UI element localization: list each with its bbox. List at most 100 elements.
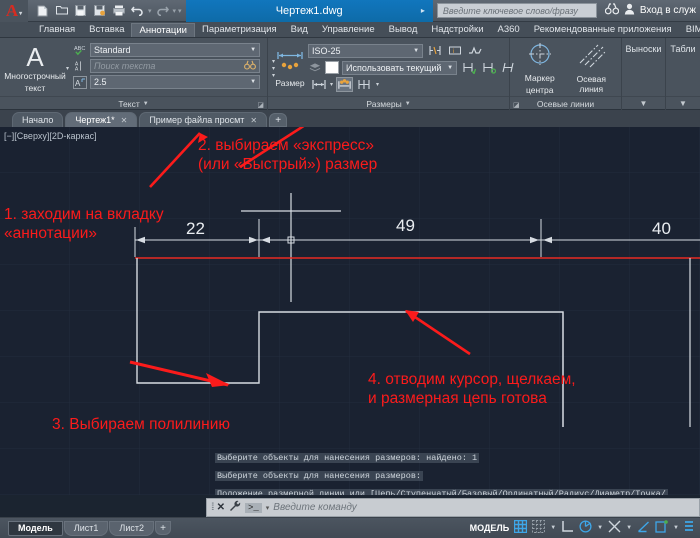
centerline-button[interactable]: Осевая линия xyxy=(566,41,618,96)
undo-dropdown-icon[interactable]: ▾ xyxy=(148,7,152,15)
jogged-line-icon[interactable] xyxy=(466,43,483,58)
ribbon-tab-bim[interactable]: BIM 3 xyxy=(679,23,700,36)
multiline-text-button[interactable]: A Многострочный текст xyxy=(4,41,66,96)
snap-mode-icon[interactable] xyxy=(532,520,546,536)
polar-dropdown-icon[interactable]: ▼ xyxy=(597,525,603,531)
drag-grip-icon[interactable]: ⁞⁞ xyxy=(211,502,214,513)
undo-icon[interactable] xyxy=(129,3,146,19)
dimensions-expand-icon[interactable]: ▼ xyxy=(405,101,411,107)
dim-layer-color-swatch[interactable] xyxy=(325,61,340,74)
ribbon-tab-manage[interactable]: Управление xyxy=(315,23,382,36)
multiline-text-dropdown-icon[interactable]: ▾ xyxy=(66,65,69,72)
layout-tab-sheet1[interactable]: Лист1 xyxy=(63,520,109,536)
osnap-dropdown-icon[interactable]: ▼ xyxy=(626,525,632,531)
add-layout-plus-icon[interactable]: + xyxy=(154,521,171,535)
panel-title-text[interactable]: Текст ▼ ◪ xyxy=(0,96,267,110)
dim-style-dropdown-icon[interactable]: ▼ xyxy=(413,48,419,54)
tables-expand-icon[interactable]: ▼ xyxy=(679,99,687,108)
annotative-scale-icon[interactable]: A xyxy=(73,75,88,89)
close-x-icon[interactable]: ✕ xyxy=(217,502,225,513)
file-tab-sample[interactable]: Пример файла просмт ✕ xyxy=(139,112,268,127)
plot-print-icon[interactable] xyxy=(110,3,127,19)
layer-stack-icon[interactable] xyxy=(308,61,322,74)
polar-tracking-icon[interactable] xyxy=(579,520,592,536)
close-icon[interactable]: ✕ xyxy=(121,116,128,125)
ortho-mode-icon[interactable] xyxy=(561,520,574,536)
object-snap-tracking-icon[interactable] xyxy=(637,520,650,536)
panel-title-leaders[interactable]: ▼ xyxy=(622,96,665,110)
ducs-icon[interactable] xyxy=(655,520,668,536)
dimension-button[interactable]: Размер xyxy=(275,41,305,96)
linear-dimension-icon[interactable] xyxy=(310,77,327,92)
panel-title-dimensions[interactable]: Размеры ▼ xyxy=(268,96,509,110)
ribbon-tab-a360[interactable]: A360 xyxy=(491,23,527,36)
linear-dimension-dropdown-icon[interactable]: ▾ xyxy=(330,81,333,88)
text-dialog-launcher-icon[interactable]: ◪ xyxy=(257,101,264,109)
dim-style-combo[interactable]: ISO-25 ▼ xyxy=(308,43,424,58)
center-mark-label-1: Маркер xyxy=(524,72,555,83)
annotation-step2-line1: 2. выбираем «экспресс» xyxy=(198,137,374,154)
close-icon[interactable]: ✕ xyxy=(250,116,257,125)
new-file-icon[interactable] xyxy=(34,3,51,19)
layout-tab-sheet2[interactable]: Лист2 xyxy=(109,520,154,536)
spellcheck-abc-icon[interactable]: ABC xyxy=(73,44,87,57)
ribbon-tab-home[interactable]: Главная xyxy=(32,23,82,36)
wrench-settings-icon[interactable] xyxy=(229,500,241,515)
save-icon[interactable] xyxy=(72,3,89,19)
find-text-binoculars-icon[interactable] xyxy=(244,60,256,72)
text-height-dropdown-icon[interactable]: ▼ xyxy=(250,79,256,85)
ribbon-tab-output[interactable]: Вывод xyxy=(382,23,425,36)
snap-dropdown-icon[interactable]: ▼ xyxy=(550,525,556,531)
continue-dimension-dropdown-icon[interactable]: ▾ xyxy=(376,81,379,88)
dimension-break-icon[interactable] xyxy=(426,43,443,58)
panel-expand-icon[interactable]: ▼ xyxy=(143,101,149,107)
text-style-combo[interactable]: Standard ▼ xyxy=(90,43,261,57)
quick-dimension-icon[interactable] xyxy=(336,77,354,92)
user-account-icon[interactable] xyxy=(624,3,635,18)
dim-layer-dropdown-icon[interactable]: ▼ xyxy=(447,65,453,71)
update-dimension-icon[interactable] xyxy=(460,60,477,75)
redo-icon[interactable] xyxy=(154,3,171,19)
file-tab-drawing1[interactable]: Чертеж1* ✕ xyxy=(65,112,138,127)
search-input[interactable]: Введите ключевое слово/фразу xyxy=(436,3,597,18)
save-as-icon[interactable] xyxy=(91,3,108,19)
grid-display-icon[interactable] xyxy=(513,519,528,536)
command-input-bar[interactable]: ⁞⁞ ✕ >_ ▾ Введите команду xyxy=(206,498,700,517)
text-style-dropdown-icon[interactable]: ▼ xyxy=(250,47,256,53)
ribbon-tab-addins[interactable]: Надстройки xyxy=(424,23,490,36)
continue-dimension-icon[interactable] xyxy=(356,77,373,92)
dim-layer-combo[interactable]: Использовать текущий ▼ xyxy=(342,60,458,75)
panel-title-tables[interactable]: ▼ xyxy=(666,96,700,110)
open-file-icon[interactable] xyxy=(53,3,70,19)
command-history-dropdown-icon[interactable]: ▾ xyxy=(266,504,270,512)
binoculars-icon[interactable] xyxy=(604,3,620,18)
find-text-input[interactable]: Поиск текста xyxy=(90,59,261,73)
drawing-canvas[interactable]: [−][Сверху][2D-каркас] 22 49 40 1. заход… xyxy=(0,127,700,495)
qat-customize-icon[interactable]: ▾ xyxy=(178,7,182,15)
center-mark-button[interactable]: Маркер центра xyxy=(514,41,566,96)
sign-in-label[interactable]: Вход в служ xyxy=(640,5,696,16)
text-height-combo[interactable]: 2.5 ▼ xyxy=(90,75,261,89)
panel-title-centerlines[interactable]: ◪ Осевые линии xyxy=(510,96,621,110)
ribbon-tab-parametric[interactable]: Параметризация xyxy=(195,23,284,36)
reassociate-icon[interactable] xyxy=(480,60,497,75)
redo-dropdown-icon[interactable]: ▾ xyxy=(173,7,177,15)
app-menu-caret-icon[interactable]: ▾ xyxy=(19,10,22,17)
file-tab-start[interactable]: Начало xyxy=(12,112,64,127)
lineweight-icon[interactable] xyxy=(684,520,694,536)
ducs-dropdown-icon[interactable]: ▼ xyxy=(673,525,679,531)
centerlines-dialog-launcher-icon[interactable]: ◪ xyxy=(513,101,520,109)
ribbon-tab-insert[interactable]: Вставка xyxy=(82,23,131,36)
object-snap-icon[interactable] xyxy=(608,520,621,536)
ribbon-tab-featured-apps[interactable]: Рекомендованные приложения xyxy=(527,23,679,36)
inspect-dimension-icon[interactable]: i xyxy=(446,43,463,58)
text-justify-icon[interactable]: AA xyxy=(73,60,87,73)
application-menu-button[interactable]: A ▾ xyxy=(0,0,28,22)
add-tab-plus-icon[interactable]: + xyxy=(269,113,288,127)
ribbon-tab-view[interactable]: Вид xyxy=(284,23,315,36)
leaders-expand-icon[interactable]: ▼ xyxy=(640,99,648,108)
model-space-label[interactable]: МОДЕЛЬ xyxy=(470,523,510,533)
ribbon-tab-annotate[interactable]: Аннотации xyxy=(131,22,195,37)
layout-tab-model[interactable]: Модель xyxy=(8,520,63,536)
title-dropdown-icon[interactable]: ▸ xyxy=(421,6,425,15)
